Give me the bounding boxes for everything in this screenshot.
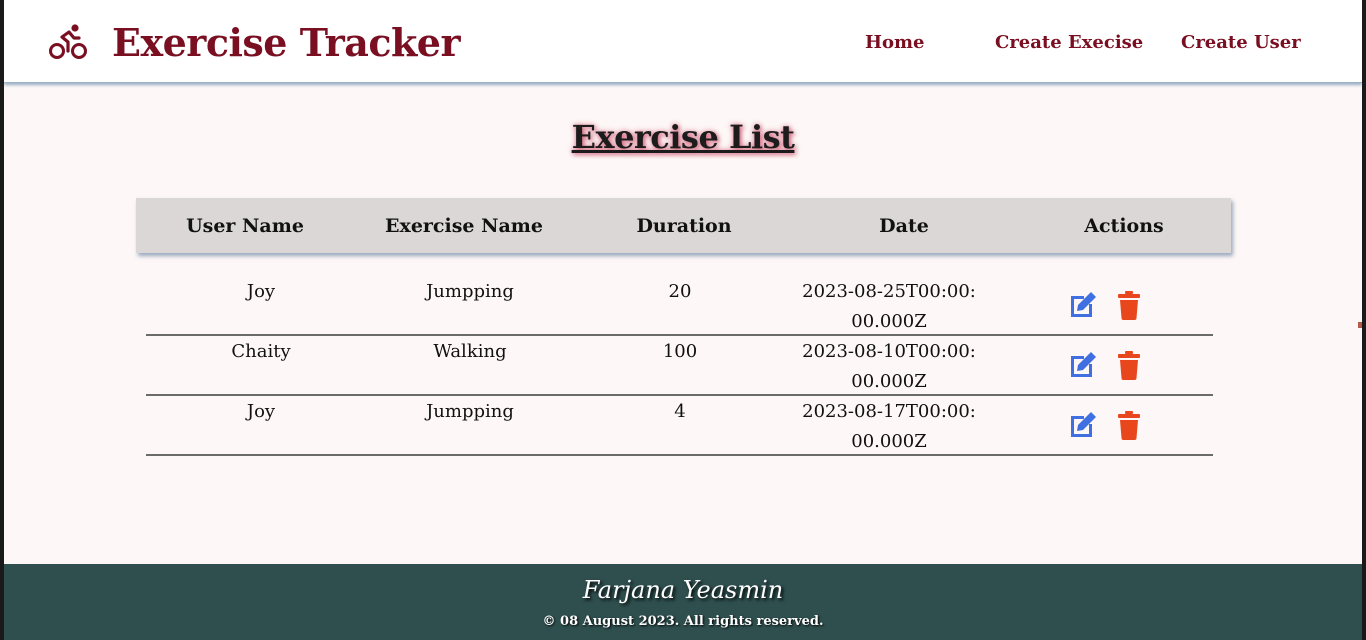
column-header-date: Date — [879, 215, 929, 237]
cell-date: 2023-08-10T00:00:00.000Z — [802, 341, 976, 392]
table-row: Chaity Walking 100 2023-08-10T00:00:00.0… — [146, 334, 1213, 396]
footer-author-name: Farjana Yeasmin — [582, 576, 784, 604]
edit-icon — [1071, 352, 1096, 377]
cell-duration: 100 — [662, 341, 698, 362]
cell-username: Chaity — [231, 341, 291, 362]
edge-marker — [1358, 322, 1362, 328]
delete-button[interactable] — [1113, 409, 1145, 441]
cell-username: Joy — [246, 281, 276, 302]
navbar: Exercise Tracker Home Create Execise Cre… — [4, 0, 1362, 83]
column-header-actions: Actions — [1084, 215, 1164, 237]
footer: Farjana Yeasmin © 08 August 2023. All ri… — [4, 564, 1362, 640]
cell-exercise: Walking — [433, 341, 507, 362]
cell-username: Joy — [246, 401, 276, 422]
footer-copyright: © 08 August 2023. All rights reserved. — [542, 614, 824, 629]
delete-button[interactable] — [1113, 349, 1145, 381]
column-header-duration: Duration — [636, 215, 732, 237]
trash-icon — [1118, 411, 1140, 440]
edit-button[interactable] — [1067, 349, 1099, 381]
edit-button[interactable] — [1067, 409, 1099, 441]
cell-duration: 4 — [674, 401, 686, 422]
cell-date: 2023-08-25T00:00:00.000Z — [802, 281, 976, 332]
edit-icon — [1071, 412, 1096, 437]
cell-duration: 20 — [668, 281, 692, 302]
cell-date: 2023-08-17T00:00:00.000Z — [802, 401, 976, 452]
bicycle-rider-icon — [48, 22, 88, 62]
edit-icon — [1071, 292, 1096, 317]
table-row: Joy Jumpping 4 2023-08-17T00:00:00.000Z — [146, 394, 1213, 456]
delete-button[interactable] — [1113, 289, 1145, 321]
nav-home-link[interactable]: Home — [865, 32, 925, 53]
column-header-exercise-name: Exercise Name — [385, 215, 543, 237]
page-title: Exercise List — [571, 118, 795, 156]
cell-exercise: Jumpping — [426, 401, 514, 422]
column-header-user-name: User Name — [186, 215, 304, 237]
nav-create-exercise-link[interactable]: Create Execise — [995, 32, 1143, 53]
app-frame: Exercise Tracker Home Create Execise Cre… — [4, 0, 1362, 640]
edit-button[interactable] — [1067, 289, 1099, 321]
brand[interactable]: Exercise Tracker — [48, 18, 461, 66]
cell-exercise: Jumpping — [426, 281, 514, 302]
trash-icon — [1118, 291, 1140, 320]
brand-title: Exercise Tracker — [112, 19, 461, 65]
table-row: Joy Jumpping 20 2023-08-25T00:00:00.000Z — [146, 274, 1213, 336]
trash-icon — [1118, 351, 1140, 380]
table-header: User Name Exercise Name Duration Date Ac… — [136, 198, 1231, 253]
nav-create-user-link[interactable]: Create User — [1181, 32, 1301, 53]
